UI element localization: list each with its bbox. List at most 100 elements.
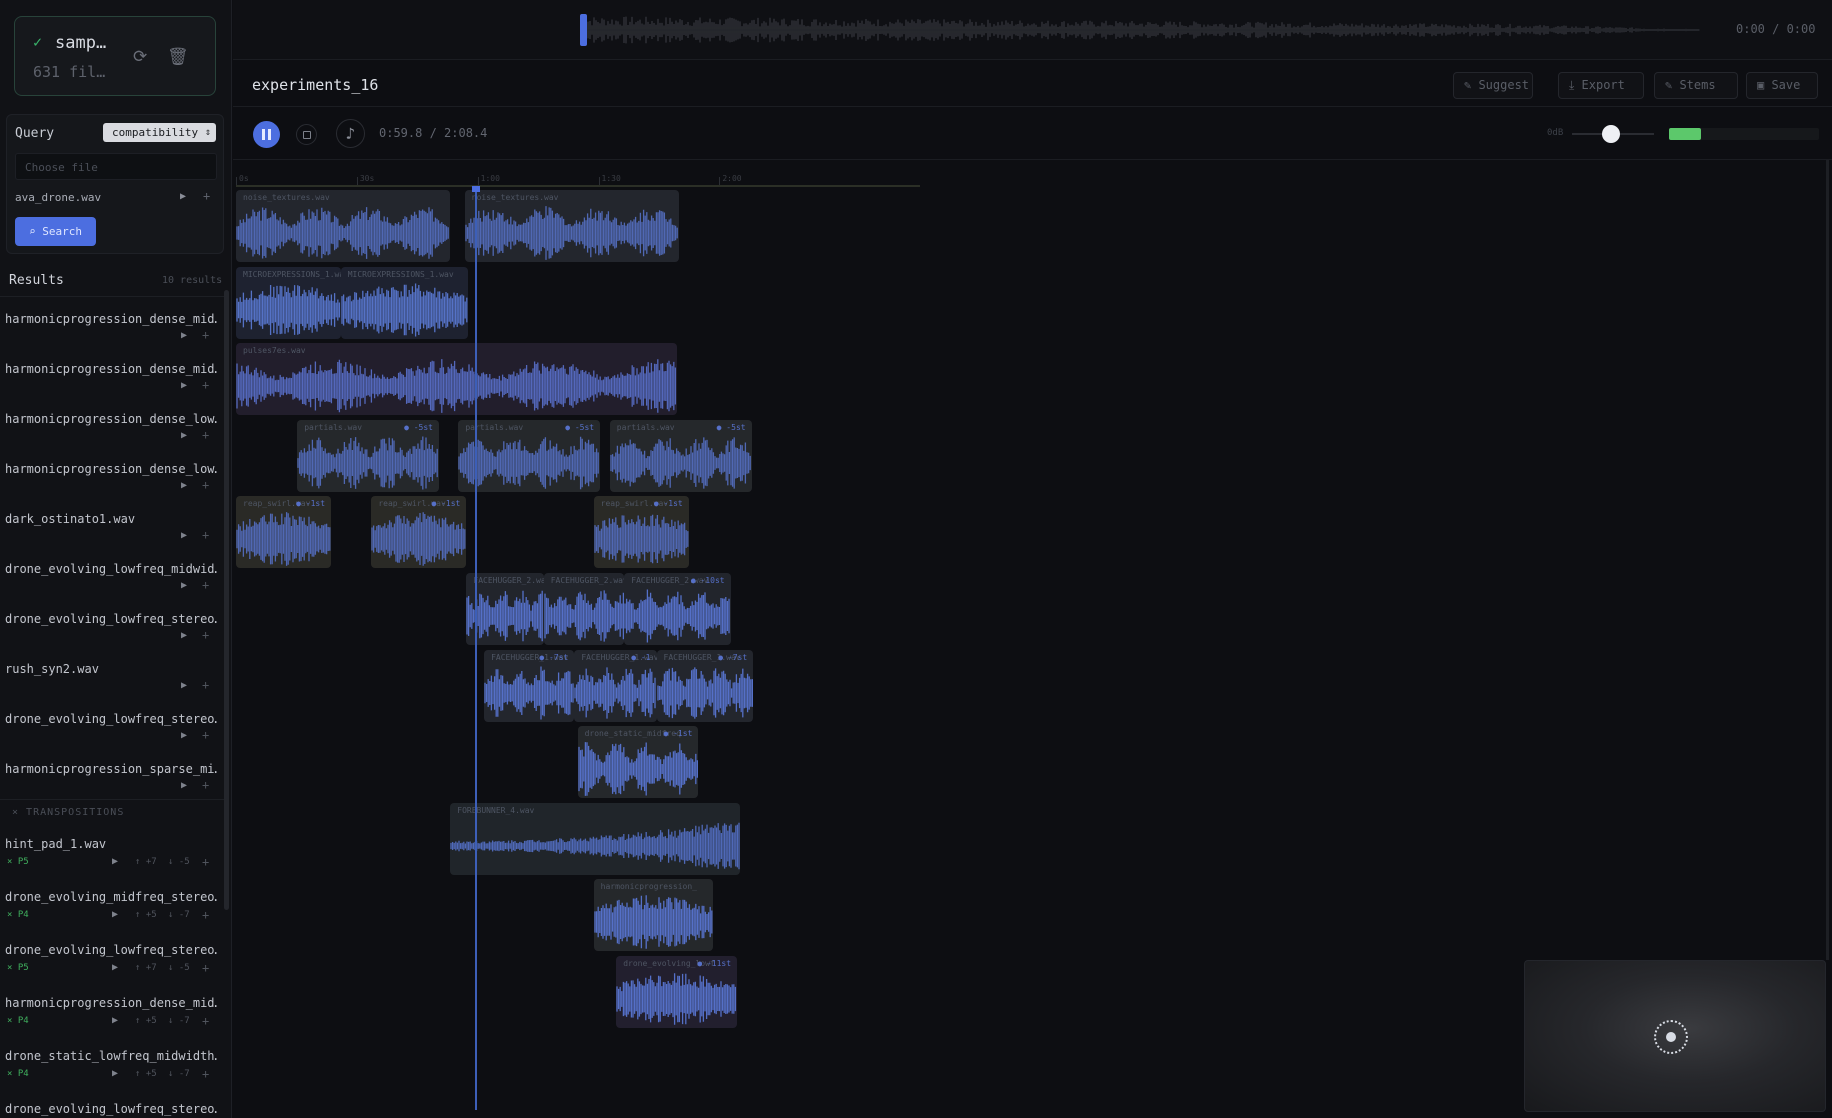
result-item[interactable]: drone_evolving_lowfreq_stereo… ▶ +: [0, 606, 224, 656]
file-input[interactable]: Choose file: [15, 153, 217, 180]
timeline-clip[interactable]: drone_evolving_lowf ● -11st: [616, 956, 738, 1028]
metronome-button[interactable]: ♪: [336, 119, 365, 148]
timeline-clip[interactable]: FACEHUGGER_2.wav: [466, 573, 544, 645]
timeline-clip[interactable]: reap_swirl.wav ● -1st: [593, 496, 689, 569]
timeline-clip[interactable]: FACEHUGGER_2.wav ● -10st: [624, 573, 731, 645]
timeline-clip[interactable]: partials.wav ● -5st: [458, 419, 601, 492]
plus-icon[interactable]: +: [202, 328, 209, 342]
timeline-clip[interactable]: MICROEXPRESSIONS_1.wav: [236, 266, 341, 339]
playhead-handle[interactable]: [471, 186, 480, 192]
transposition-item[interactable]: hint_pad_1.wav × P5 ▶ ↑ +7 ↓ -5 +: [0, 832, 224, 885]
transpose-up-button[interactable]: ↑ +7: [135, 857, 157, 867]
transposition-item[interactable]: drone_static_lowfreq_midwidth… × P4 ▶ ↑ +5 ↓…: [0, 1044, 224, 1097]
search-button[interactable]: ⌕ Search: [15, 217, 96, 246]
result-item[interactable]: rush_syn2.wav ▶ +: [0, 656, 224, 706]
volume-slider-knob[interactable]: [1601, 125, 1620, 143]
result-item[interactable]: drone_evolving_lowfreq_midwid… ▶ +: [0, 556, 224, 606]
timeline-clip[interactable]: reap_swirl.wav ● -1st: [371, 496, 467, 569]
timeline-clip[interactable]: FACEHUGGER_1.wav ● -1: [574, 649, 657, 722]
play-icon[interactable]: ▶: [181, 430, 187, 441]
plus-icon[interactable]: +: [202, 678, 209, 692]
play-icon[interactable]: ▶: [112, 1068, 118, 1079]
timeline-clip[interactable]: FACEHUGGER_1.wav ● -7st: [484, 649, 575, 722]
timeline-clip[interactable]: FOREBUNNER_4.wav: [450, 802, 741, 875]
plus-icon[interactable]: +: [202, 855, 209, 869]
transpositions-header[interactable]: × TRANSPOSITIONS: [12, 807, 124, 818]
timeline-clip[interactable]: partials.wav ● -5st: [609, 419, 752, 492]
playhead[interactable]: [474, 187, 477, 1110]
plus-icon[interactable]: +: [202, 578, 209, 592]
transpose-up-button[interactable]: ↑ +7: [135, 963, 157, 973]
suggest-button[interactable]: ✎ Suggest: [1453, 72, 1533, 99]
play-icon[interactable]: ▶: [181, 530, 187, 541]
play-icon[interactable]: ▶: [181, 730, 187, 741]
play-icon[interactable]: ▶: [181, 680, 187, 691]
play-icon[interactable]: ▶: [112, 856, 118, 867]
plus-icon[interactable]: +: [202, 1014, 209, 1028]
transpose-down-button[interactable]: ↓ -7: [168, 1016, 190, 1026]
result-item[interactable]: harmonicprogression_dense_low… ▶ +: [0, 406, 224, 456]
save-button[interactable]: ▣ Save: [1746, 72, 1818, 99]
play-icon[interactable]: ▶: [181, 630, 187, 641]
timeline-clip[interactable]: reap_swirl.wav ● -1st: [236, 496, 332, 569]
plus-icon[interactable]: +: [202, 478, 209, 492]
transpose-up-button[interactable]: ↑ +5: [135, 1069, 157, 1079]
plus-icon[interactable]: +: [202, 778, 209, 792]
timeline-clip[interactable]: MICROEXPRESSIONS_1.wav: [340, 266, 468, 339]
timeline-clip[interactable]: FACEHUGGER_2.wav: [543, 573, 625, 645]
play-icon[interactable]: ▶: [181, 330, 187, 341]
play-icon[interactable]: ▶: [112, 909, 118, 920]
play-icon[interactable]: ▶: [180, 191, 186, 202]
result-item[interactable]: drone_evolving_lowfreq_stereo… ▶ +: [0, 706, 224, 756]
refresh-icon[interactable]: ⟳: [133, 47, 147, 67]
transpose-up-button[interactable]: ↑ +5: [135, 1016, 157, 1026]
transposition-item[interactable]: drone_evolving_lowfreq_stereo…: [0, 1097, 224, 1118]
timeline-clip[interactable]: partials.wav ● -5st: [297, 419, 439, 492]
query-mode-select[interactable]: compatibility ⇕: [103, 123, 216, 142]
transposition-item[interactable]: drone_evolving_lowfreq_stereo… × P5 ▶ ↑ +7 ↓…: [0, 938, 224, 991]
timeline-clip[interactable]: noise_textures.wav: [464, 190, 680, 262]
transpose-down-button[interactable]: ↓ -5: [168, 857, 190, 867]
plus-icon[interactable]: +: [202, 961, 209, 975]
plus-icon[interactable]: +: [203, 189, 210, 203]
transpose-down-button[interactable]: ↓ -7: [168, 1069, 190, 1079]
plus-icon[interactable]: +: [202, 528, 209, 542]
transposition-item[interactable]: harmonicprogression_dense_mid… × P4 ▶ ↑ +5 ↓…: [0, 991, 224, 1044]
play-icon[interactable]: ▶: [112, 1015, 118, 1026]
stems-button[interactable]: ✎ Stems: [1654, 72, 1738, 99]
stop-button[interactable]: [296, 124, 317, 145]
source-card[interactable]: ✓ samp… 631 fil… ⟳ 🗑: [14, 16, 216, 96]
overview-handle[interactable]: [580, 14, 587, 46]
timeline-clip[interactable]: FACEHUGGER_1.wav ● -7st: [656, 649, 754, 722]
timeline-clip[interactable]: drone_static_midfreq ● -1st: [577, 726, 699, 799]
timeline-ruler[interactable]: 0s 30s 1:00 1:30 2:00: [236, 160, 920, 187]
play-icon[interactable]: ▶: [181, 480, 187, 491]
result-item[interactable]: dark_ostinato1.wav ▶ +: [0, 506, 224, 556]
plus-icon[interactable]: +: [202, 1067, 209, 1081]
overview-waveform[interactable]: [580, 8, 1700, 52]
result-item[interactable]: harmonicprogression_dense_mid… ▶ +: [0, 356, 224, 406]
timeline-clip[interactable]: noise_textures.wav: [236, 190, 451, 262]
plus-icon[interactable]: +: [202, 428, 209, 442]
transpose-up-button[interactable]: ↑ +5: [135, 910, 157, 920]
plus-icon[interactable]: +: [202, 628, 209, 642]
play-icon[interactable]: ▶: [181, 780, 187, 791]
result-item[interactable]: harmonicprogression_dense_low… ▶ +: [0, 456, 224, 506]
play-icon[interactable]: ▶: [181, 380, 187, 391]
export-button[interactable]: ⤓ Export: [1558, 72, 1644, 99]
plus-icon[interactable]: +: [202, 908, 209, 922]
pause-button[interactable]: [253, 121, 280, 148]
play-icon[interactable]: ▶: [112, 962, 118, 973]
timeline-scrollbar[interactable]: [1826, 160, 1829, 960]
transpose-down-button[interactable]: ↓ -7: [168, 910, 190, 920]
transposition-item[interactable]: drone_evolving_midfreq_stereo… × P4 ▶ ↑ +5 ↓…: [0, 885, 224, 938]
sidebar-scrollbar[interactable]: [224, 290, 229, 910]
result-item[interactable]: harmonicprogression_dense_mid… ▶ +: [0, 306, 224, 356]
plus-icon[interactable]: +: [202, 728, 209, 742]
timeline-clip[interactable]: pulses7es.wav: [236, 343, 678, 416]
plus-icon[interactable]: +: [202, 378, 209, 392]
play-icon[interactable]: ▶: [181, 580, 187, 591]
timeline-clip[interactable]: harmonicprogression_: [593, 879, 713, 952]
trash-icon[interactable]: 🗑: [167, 47, 189, 67]
transpose-down-button[interactable]: ↓ -5: [168, 963, 190, 973]
